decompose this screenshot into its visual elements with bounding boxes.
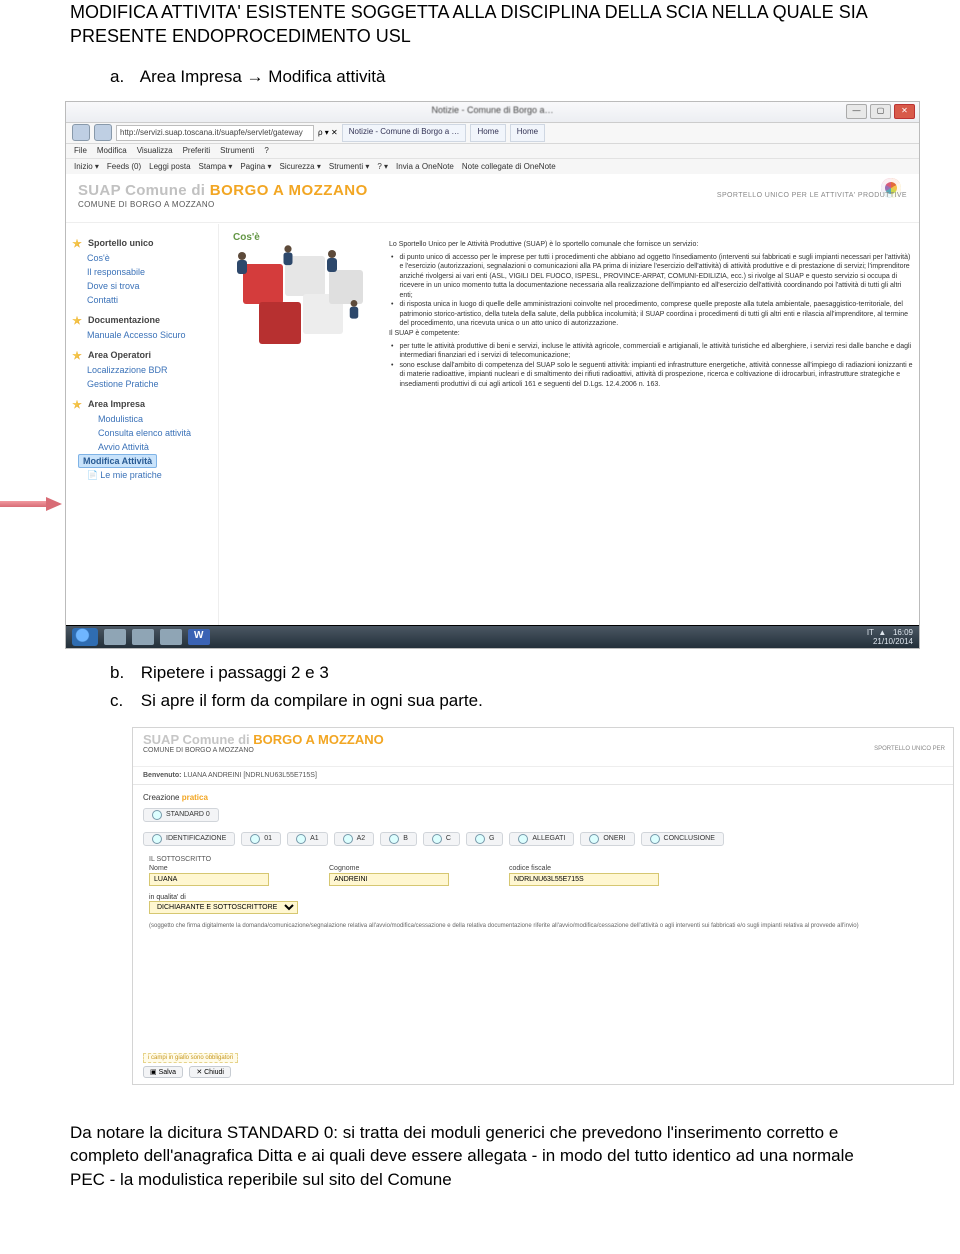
list-item-b: b. Ripetere i passaggi 2 e 3 (110, 663, 890, 683)
tab-standard0[interactable]: STANDARD 0 (143, 808, 219, 822)
hero-puzzle-icon (229, 246, 377, 364)
window-titlebar[interactable]: Notizie - Comune di Borgo a… — ▢ ✕ (66, 102, 919, 123)
doc-title: MODIFICA ATTIVITA' ESISTENTE SOGGETTA AL… (70, 0, 890, 49)
sidebar-item-gestione[interactable]: Gestione Pratiche (80, 377, 218, 391)
sidebar-section: Area Operatori (72, 350, 218, 360)
browser-tab[interactable]: Notizie - Comune di Borgo a … (342, 124, 467, 142)
form-footnote: (soggetto che firma digitalmente la doma… (133, 920, 953, 937)
brand-prefix: SUAP Comune di (143, 732, 253, 747)
tab-b[interactable]: B (380, 832, 417, 846)
browser-tab[interactable]: Home (510, 124, 545, 142)
form-heading: IL SOTTOSCRITTO (149, 856, 937, 863)
close-button[interactable]: ✕ (894, 104, 915, 119)
sidebar-item-dove[interactable]: Dove si trova (80, 279, 218, 293)
sidebar-item-localizzazione[interactable]: Localizzazione BDR (80, 363, 218, 377)
mandatory-hint: i campi in giallo sono obbligatori (143, 1053, 238, 1063)
browser-menu[interactable]: File Modifica Visualizza Preferiti Strum… (66, 144, 919, 159)
brand-subtitle: COMUNE DI BORGO A MOZZANO (78, 200, 907, 209)
input-nome[interactable] (149, 873, 269, 886)
label-qualita: in qualita' di (149, 894, 186, 901)
footer-paragraph: Da notare la dicitura STANDARD 0: si tra… (70, 1121, 890, 1192)
label-cf: codice fiscale (509, 865, 659, 872)
tab-01[interactable]: 01 (241, 832, 281, 846)
tab-c[interactable]: C (423, 832, 460, 846)
sidebar-section: Documentazione (72, 315, 218, 325)
header-tagline: SPORTELLO UNICO PER (874, 746, 945, 752)
taskbar-clock[interactable]: IT ▲ 16:09 21/10/2014 (867, 628, 913, 646)
brand-subtitle: COMUNE DI BORGO A MOZZANO (143, 747, 943, 754)
label-nome: Nome (149, 865, 269, 872)
pointer-arrow-icon (0, 497, 64, 511)
sidebar-section: Sportello unico (72, 238, 218, 248)
save-button[interactable]: ▣ Salva (143, 1066, 183, 1078)
sidebar-item-modulistica[interactable]: Modulistica (80, 412, 218, 426)
browser-tab[interactable]: Home (470, 124, 505, 142)
sidebar-item-consulta[interactable]: Consulta elenco attività (80, 426, 218, 440)
input-cf[interactable] (509, 873, 659, 886)
section-creazione-label: Creazione (143, 793, 182, 802)
sidebar: Sportello unico Cos'è Il responsabile Do… (66, 224, 219, 626)
taskbar-word-icon[interactable] (188, 629, 210, 645)
address-bar[interactable]: http://servizi.suap.toscana.it/suapfe/se… (116, 125, 314, 141)
tab-identificazione[interactable]: IDENTIFICAZIONE (143, 832, 235, 846)
taskbar[interactable]: IT ▲ 16:09 21/10/2014 (66, 625, 919, 648)
header-tagline: SPORTELLO UNICO PER LE ATTIVITA' PRODUTT… (717, 192, 907, 199)
content-intro: Lo Sportello Unico per le Attività Produ… (389, 240, 913, 249)
sidebar-item-manuale[interactable]: Manuale Accesso Sicuro (80, 328, 218, 342)
nav-forward-button[interactable] (94, 124, 112, 141)
sidebar-item-mie-pratiche[interactable]: Le mie pratiche (80, 468, 218, 483)
tab-conclusione[interactable]: CONCLUSIONE (641, 832, 724, 846)
sidebar-item-responsabile[interactable]: Il responsabile (80, 265, 218, 279)
label-cognome: Cognome (329, 865, 449, 872)
section-pratica-label: pratica (182, 793, 208, 802)
welcome-bar: Benvenuto: LUANA ANDREINI [NDRLNU63L55E7… (133, 767, 953, 785)
screenshot-form: SUAP Comune di BORGO A MOZZANO COMUNE DI… (132, 727, 954, 1085)
screenshot-browser: Notizie - Comune di Borgo a… — ▢ ✕ http:… (0, 101, 920, 649)
brand-name: BORGO A MOZZANO (253, 732, 383, 747)
start-button-icon[interactable] (72, 628, 98, 646)
minimize-button[interactable]: — (846, 104, 867, 119)
sidebar-section: Area Impresa (72, 399, 218, 409)
tab-dot-icon (152, 810, 162, 820)
content-area: Cos'è Lo Sportello Unico per le Attività… (219, 224, 919, 626)
tab-a1[interactable]: A1 (287, 832, 328, 846)
list-item-a: a. Area Impresa → Modifica attività (110, 67, 890, 87)
input-cognome[interactable] (329, 873, 449, 886)
select-qualita[interactable]: DICHIARANTE E SOTTOSCRITTORE (149, 901, 298, 914)
tab-a2[interactable]: A2 (334, 832, 375, 846)
brand-name: BORGO A MOZZANO (210, 182, 368, 199)
maximize-button[interactable]: ▢ (870, 104, 891, 119)
taskbar-ie-icon[interactable] (132, 629, 154, 645)
close-button[interactable]: ✕ Chiudi (189, 1066, 231, 1078)
nav-back-button[interactable] (72, 124, 90, 141)
sidebar-item-avvio[interactable]: Avvio Attività (80, 440, 218, 454)
tab-oneri[interactable]: ONERI (580, 832, 634, 846)
taskbar-folder-icon[interactable] (160, 629, 182, 645)
form-tabs: IDENTIFICAZIONE 01 A1 A2 B C G ALLEGATI … (133, 826, 953, 850)
tab-g[interactable]: G (466, 832, 503, 846)
sidebar-item-contatti[interactable]: Contatti (80, 293, 218, 307)
brand-prefix: SUAP Comune di (78, 182, 210, 199)
sidebar-item-cose[interactable]: Cos'è (80, 251, 218, 265)
sidebar-item-modifica-attivita[interactable]: Modifica Attività (78, 454, 157, 468)
list-item-c: c. Si apre il form da compilare in ogni … (110, 691, 890, 711)
tab-allegati[interactable]: ALLEGATI (509, 832, 574, 846)
taskbar-explorer-icon[interactable] (104, 629, 126, 645)
